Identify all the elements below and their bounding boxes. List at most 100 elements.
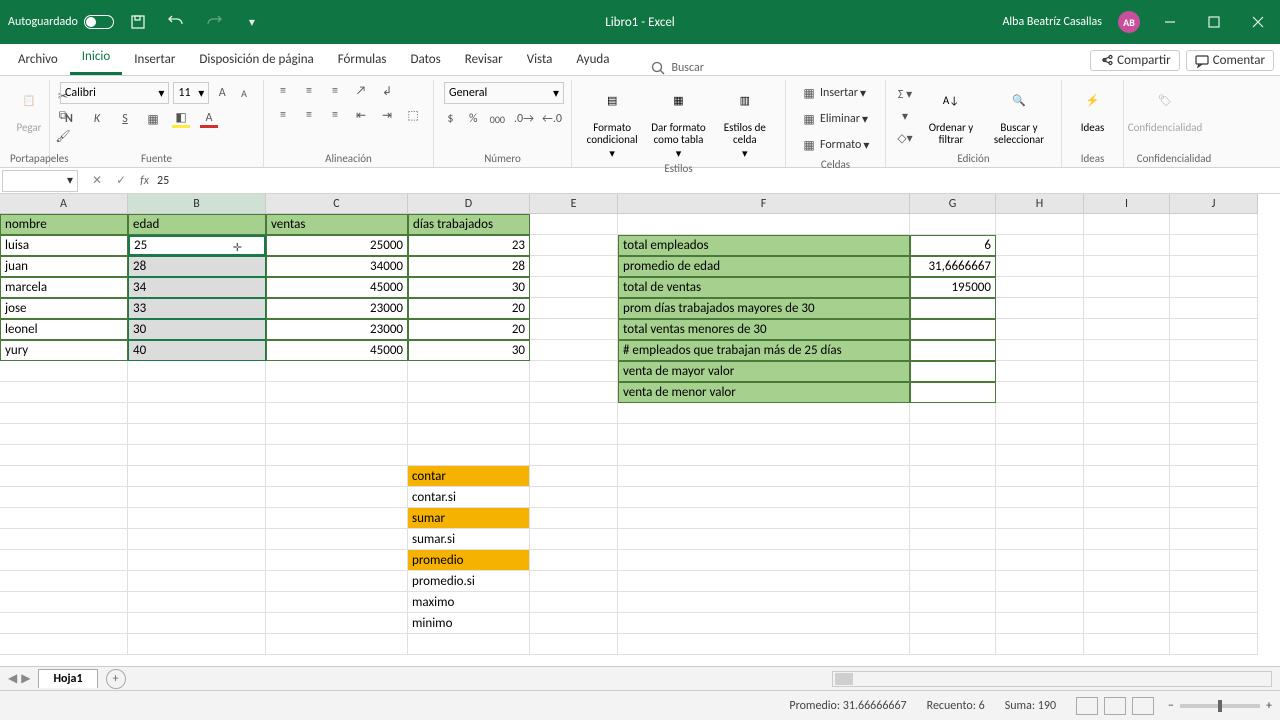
summary-label[interactable]: total de ventas — [618, 277, 910, 298]
cell[interactable] — [1084, 550, 1170, 571]
orientation-icon[interactable]: ↗ — [352, 82, 370, 100]
cell[interactable] — [530, 340, 618, 361]
col-header-B[interactable]: B — [128, 194, 266, 214]
number-format-select[interactable]: General▾ — [444, 82, 564, 104]
cell[interactable] — [0, 613, 128, 634]
thousands-icon[interactable]: 000 — [490, 110, 505, 128]
cell-nombre[interactable]: jose — [0, 298, 128, 319]
cell-edad[interactable]: 33 — [128, 298, 266, 319]
cell-dias[interactable]: 30 — [408, 340, 530, 361]
function-name[interactable]: minimo — [408, 613, 530, 634]
borders-icon[interactable]: ▦ — [144, 110, 162, 128]
cell[interactable] — [1170, 445, 1258, 466]
cell[interactable] — [128, 508, 266, 529]
summary-label[interactable]: total ventas menores de 30 — [618, 319, 910, 340]
cell[interactable] — [910, 508, 996, 529]
cell[interactable] — [530, 613, 618, 634]
cell[interactable] — [266, 487, 408, 508]
cell[interactable] — [0, 634, 128, 655]
maximize-icon[interactable] — [1200, 8, 1228, 36]
cell[interactable] — [1170, 571, 1258, 592]
cell-dias[interactable]: 20 — [408, 298, 530, 319]
name-box[interactable]: ▾ — [2, 170, 78, 192]
cell[interactable] — [996, 613, 1084, 634]
cell[interactable] — [530, 571, 618, 592]
cell[interactable] — [1170, 508, 1258, 529]
cell-edad[interactable]: 34 — [128, 277, 266, 298]
function-name[interactable]: sumar — [408, 508, 530, 529]
add-sheet-button[interactable]: + — [106, 669, 126, 689]
cell-ventas[interactable]: 25000 — [266, 235, 408, 256]
cell[interactable] — [618, 445, 910, 466]
cell[interactable] — [0, 382, 128, 403]
cell[interactable] — [128, 382, 266, 403]
cell[interactable] — [1084, 361, 1170, 382]
cell[interactable] — [1170, 298, 1258, 319]
cell[interactable] — [996, 214, 1084, 235]
autosum-icon[interactable]: Σ ▾ — [896, 85, 914, 103]
decrease-decimal-icon[interactable]: ←.0 — [543, 110, 561, 128]
cell[interactable] — [910, 214, 996, 235]
cell-nombre[interactable]: leonel — [0, 319, 128, 340]
cell[interactable] — [128, 634, 266, 655]
cell[interactable] — [266, 382, 408, 403]
cell[interactable] — [530, 634, 618, 655]
tab-archivo[interactable]: Archivo — [6, 46, 70, 75]
zoom-out-icon[interactable]: − — [1168, 699, 1174, 713]
header-edad[interactable]: edad — [128, 214, 266, 235]
enter-formula-icon[interactable]: ✓ — [116, 173, 126, 188]
summary-value[interactable] — [910, 298, 996, 319]
underline-icon[interactable]: S — [116, 110, 134, 128]
cell[interactable] — [910, 424, 996, 445]
cell-edad[interactable]: 30 — [128, 319, 266, 340]
col-header-F[interactable]: F — [618, 194, 910, 214]
cell[interactable] — [996, 277, 1084, 298]
cell[interactable] — [1170, 235, 1258, 256]
col-header-A[interactable]: A — [0, 194, 128, 214]
formula-value[interactable]: 25 — [157, 174, 169, 188]
cell[interactable] — [618, 403, 910, 424]
cell[interactable] — [128, 571, 266, 592]
increase-decimal-icon[interactable]: .0→ — [515, 110, 533, 128]
view-page-layout-icon[interactable] — [1104, 697, 1126, 715]
cell[interactable] — [0, 424, 128, 445]
fill-icon[interactable]: ▾ — [896, 107, 914, 125]
cell[interactable] — [266, 466, 408, 487]
cell[interactable] — [530, 277, 618, 298]
cell[interactable] — [910, 592, 996, 613]
cell[interactable] — [0, 571, 128, 592]
cell[interactable] — [1084, 382, 1170, 403]
cell[interactable] — [1170, 382, 1258, 403]
format-as-table-button[interactable]: ▦Dar formato como tabla▾ — [648, 82, 708, 160]
close-icon[interactable] — [1244, 8, 1272, 36]
cell[interactable] — [618, 550, 910, 571]
cell[interactable] — [910, 529, 996, 550]
cell[interactable] — [530, 592, 618, 613]
cell[interactable] — [1084, 529, 1170, 550]
cell[interactable] — [1170, 529, 1258, 550]
cell[interactable] — [1170, 634, 1258, 655]
cell[interactable] — [996, 319, 1084, 340]
cell[interactable] — [266, 529, 408, 550]
cell[interactable] — [530, 508, 618, 529]
find-select-button[interactable]: 🔍Buscar y seleccionar — [988, 82, 1050, 150]
cell[interactable] — [266, 634, 408, 655]
summary-label[interactable]: promedio de edad — [618, 256, 910, 277]
cell[interactable] — [1170, 592, 1258, 613]
tab-formulas[interactable]: Fórmulas — [326, 46, 399, 75]
cell[interactable] — [1170, 340, 1258, 361]
summary-value[interactable] — [910, 382, 996, 403]
align-middle-icon[interactable]: ≡ — [300, 82, 318, 100]
summary-label[interactable]: venta de mayor valor — [618, 361, 910, 382]
align-left-icon[interactable]: ≡ — [274, 106, 292, 124]
sort-filter-button[interactable]: A↓Ordenar y filtrar — [920, 82, 982, 150]
align-right-icon[interactable]: ≡ — [326, 106, 344, 124]
cell[interactable] — [408, 424, 530, 445]
tab-vista[interactable]: Vista — [515, 46, 565, 75]
cell[interactable] — [996, 550, 1084, 571]
user-avatar[interactable]: AB — [1118, 11, 1140, 33]
cell[interactable] — [266, 361, 408, 382]
cell[interactable] — [1170, 550, 1258, 571]
function-name[interactable]: contar — [408, 466, 530, 487]
cell[interactable] — [266, 613, 408, 634]
